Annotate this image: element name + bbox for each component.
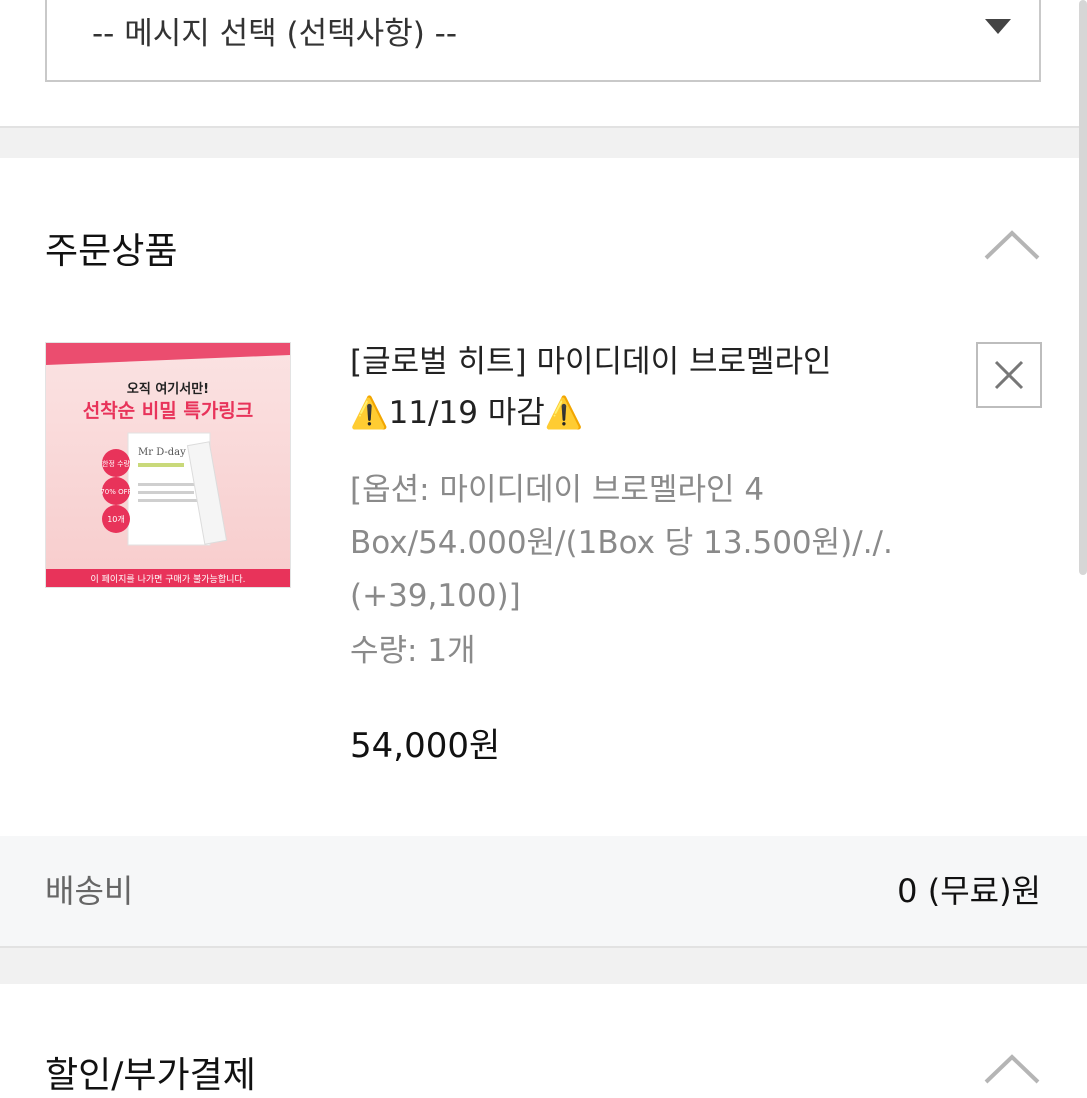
message-select-value: -- 메시지 선택 (선택사항) -- bbox=[92, 16, 458, 52]
promo-footer: 이 페이지를 나가면 구매가 불가능합니다. bbox=[90, 574, 245, 585]
promo-badge-2: 70% OFF bbox=[100, 488, 131, 496]
shipping-fee-row: 배송비 0 (무료)원 bbox=[0, 836, 1087, 946]
product-image[interactable]: 오직 여기서만! 선착순 비밀 특가링크 Mr D-day 한정 수량 70% … bbox=[45, 342, 291, 588]
close-icon bbox=[994, 360, 1024, 390]
product-option-line1: [옵션: 마이디데이 브로멜라인 4 bbox=[350, 472, 765, 508]
section-divider bbox=[0, 126, 1087, 158]
product-name-line2: ⚠️11/19 마감⚠️ bbox=[350, 395, 584, 431]
product-option-line2: Box/54.000원/(1Box 당 13.500원)/./. bbox=[350, 525, 893, 561]
scrollbar[interactable] bbox=[1079, 0, 1087, 575]
promo-badge-3: 10개 bbox=[107, 514, 125, 524]
chevron-up-icon[interactable] bbox=[984, 1054, 1040, 1084]
promo-line1: 오직 여기서만! bbox=[127, 381, 209, 397]
product-name-line1: [글로벌 히트] 마이디데이 브로멜라인 bbox=[350, 344, 832, 380]
promo-brand: Mr D-day bbox=[138, 447, 186, 458]
order-section-title: 주문상품 bbox=[45, 231, 178, 272]
promo-badge-1: 한정 수량 bbox=[102, 459, 131, 468]
shipping-value: 0 (무료)원 bbox=[897, 872, 1041, 910]
discount-section-title: 할인/부가결제 bbox=[45, 1055, 256, 1096]
chevron-up-icon[interactable] bbox=[984, 230, 1040, 260]
product-price: 54,000원 bbox=[350, 726, 501, 766]
remove-item-button[interactable] bbox=[976, 342, 1042, 408]
message-select[interactable]: -- 메시지 선택 (선택사항) -- bbox=[45, 0, 1041, 82]
product-thumbnail: 오직 여기서만! 선착순 비밀 특가링크 Mr D-day 한정 수량 70% … bbox=[46, 343, 290, 587]
product-name[interactable]: [글로벌 히트] 마이디데이 브로멜라인 ⚠️11/19 마감⚠️ bbox=[350, 337, 950, 439]
section-divider bbox=[0, 946, 1087, 984]
promo-line2: 선착순 비밀 특가링크 bbox=[83, 400, 254, 422]
caret-down-icon bbox=[985, 19, 1011, 34]
product-option: [옵션: 마이디데이 브로멜라인 4 Box/54.000원/(1Box 당 1… bbox=[350, 464, 950, 623]
product-quantity: 수량: 1개 bbox=[350, 633, 476, 669]
product-option-line3: (+39,100)] bbox=[350, 578, 521, 614]
shipping-label: 배송비 bbox=[45, 872, 134, 910]
